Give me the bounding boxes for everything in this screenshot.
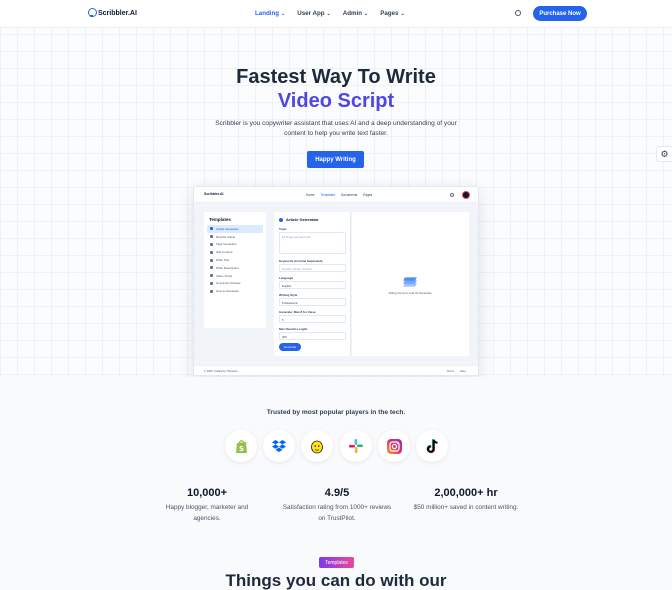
preview-navbar: Scribbler.AI Home Templates Documents Pa… — [194, 187, 478, 203]
lightbulb-icon — [88, 8, 97, 18]
mailchimp-icon — [301, 430, 333, 462]
preview-sidebar-item: Write Title — [207, 256, 263, 264]
template-icon — [210, 242, 213, 246]
chevron-down-icon: ⌄ — [364, 11, 369, 17]
hero-title: Fastest Way To Write — [236, 66, 436, 88]
template-icon — [210, 266, 213, 270]
trusted-title: Trusted by most popular players in the t… — [266, 409, 406, 416]
preview-copyright: © 2025, Crafted by Themesh — [204, 370, 238, 373]
shopify-icon: S — [225, 430, 257, 462]
preview-sidebar-item: How to Generate — [207, 287, 263, 295]
svg-text:S: S — [238, 445, 243, 453]
chevron-down-icon: ⌄ — [400, 11, 405, 17]
stat-value-hours: 2,00,000+ hr — [434, 487, 498, 499]
preview-footer-link: Terms — [447, 370, 455, 373]
section-title: Things you can do with our — [225, 571, 447, 590]
preview-sidebar-title: Templates — [209, 217, 231, 222]
preview-sidebar-item: Video Script — [207, 272, 263, 280]
stat-desc-hours: $50 million+ saved in content writing. — [413, 504, 519, 511]
preview-output-panel: Filling the form and hit Generate. — [352, 212, 469, 356]
brand-name: Scribbler.AI — [98, 9, 137, 17]
preview-sidebar-item: Article Generator — [207, 225, 263, 233]
preview-style-select: Professional — [279, 298, 346, 306]
hero-title-highlight: Video Script — [277, 90, 395, 112]
preview-sidebar-item: Grammar Checker — [207, 280, 263, 288]
preview-menu-item: Home — [306, 193, 315, 197]
layers-icon — [403, 277, 417, 287]
hero-subtitle: Scribbler is you copywriter assistant th… — [215, 120, 457, 137]
happy-writing-button[interactable]: Happy Writing — [307, 151, 364, 168]
template-icon — [210, 289, 213, 293]
theme-toggle-icon[interactable] — [515, 10, 521, 16]
preview-form-panel: Article Generator Topic 10 things new an… — [274, 212, 351, 356]
preview-sidebar-item: Rewrite Article — [207, 233, 263, 241]
preview-sidebar-item: Tags Generator — [207, 241, 263, 249]
preview-footer: © 2025, Crafted by Themesh Terms Help — [194, 365, 478, 375]
preview-menu-item: Templates — [320, 193, 336, 197]
preview-generate-field: 5 — [279, 315, 346, 323]
menu-item-pages[interactable]: Pages ⌄ — [380, 10, 404, 17]
preview-menu-item: Documents — [341, 193, 358, 197]
app-preview-screenshot: Scribbler.AI Home Templates Documents Pa… — [193, 186, 479, 376]
preview-maxlen-field: 200 — [279, 332, 346, 340]
chevron-down-icon: ⌄ — [281, 11, 286, 17]
purchase-now-button[interactable]: Purchase Now — [533, 6, 587, 21]
preview-sidebar-item: Write Description — [207, 264, 263, 272]
stat-desc-bloggers: Happy blogger, marketer and agencies. — [165, 504, 249, 522]
template-icon — [210, 250, 213, 254]
menu-item-landing[interactable]: Landing ⌄ — [255, 10, 285, 17]
templates-badge: Templates — [319, 557, 354, 568]
preview-form-title: Article Generator — [279, 217, 319, 222]
preview-body: Templates Article Generator Rewrite Arti… — [194, 203, 478, 365]
preview-topic-label: Topic — [279, 227, 287, 231]
preview-maxlen-label: Max Results Length — [279, 327, 308, 331]
preview-footer-links: Terms Help — [447, 370, 465, 373]
template-icon — [210, 274, 213, 278]
main-menu: Landing ⌄ User App ⌄ Admin ⌄ Pages ⌄ — [255, 10, 405, 17]
preview-avatar — [462, 191, 470, 199]
preview-style-label: Writing Style — [279, 293, 298, 297]
chevron-down-icon: ⌄ — [326, 11, 331, 17]
top-navbar: Scribbler.AI Landing ⌄ User App ⌄ Admin ⌄ P… — [0, 0, 672, 28]
preview-menu-item: Pages — [363, 193, 373, 197]
template-icon — [210, 258, 213, 262]
article-icon — [279, 217, 283, 222]
stat-desc-rating: Satisfaction rating from 1000+ reviews on… — [282, 504, 392, 522]
stat-value-bloggers: 10,000+ — [186, 487, 228, 499]
template-icon — [210, 235, 213, 239]
brand-logo[interactable]: Scribbler.AI — [88, 8, 137, 18]
instagram-icon — [378, 430, 410, 462]
preview-output-text: Filling the form and hit Generate. — [388, 291, 433, 295]
preview-menu: Home Templates Documents Pages — [306, 193, 372, 197]
settings-gear-icon[interactable]: ⚙ — [656, 146, 672, 162]
preview-sidebar-item: Ads Content — [207, 248, 263, 256]
preview-sidebar: Templates Article Generator Rewrite Arti… — [204, 212, 266, 328]
slack-icon — [340, 430, 372, 462]
preview-logo: Scribbler.AI — [204, 192, 224, 196]
preview-keywords-label: Keywords (Comma Separated) — [279, 259, 323, 263]
preview-sidebar-list: Article Generator Rewrite Article Tags G… — [207, 225, 263, 295]
preview-theme-icon — [450, 193, 454, 197]
tiktok-icon — [416, 430, 448, 462]
preview-generate-label: Generate: Max 8 for these — [279, 310, 316, 314]
template-icon — [210, 227, 213, 231]
template-icon — [210, 281, 213, 285]
preview-footer-link: Help — [460, 370, 466, 373]
stat-value-rating: 4.9/5 — [324, 487, 350, 499]
dropbox-icon — [263, 430, 295, 462]
preview-language-select: English — [279, 281, 346, 289]
preview-language-label: Language — [279, 276, 294, 280]
menu-item-admin[interactable]: Admin ⌄ — [343, 10, 368, 17]
preview-generate-button: Generate — [279, 343, 301, 351]
preview-topic-field: 10 things new and cars — [279, 232, 346, 254]
menu-item-user-app[interactable]: User App ⌄ — [297, 10, 330, 17]
preview-keywords-field: Novella, Nicole, Content — [279, 264, 346, 272]
